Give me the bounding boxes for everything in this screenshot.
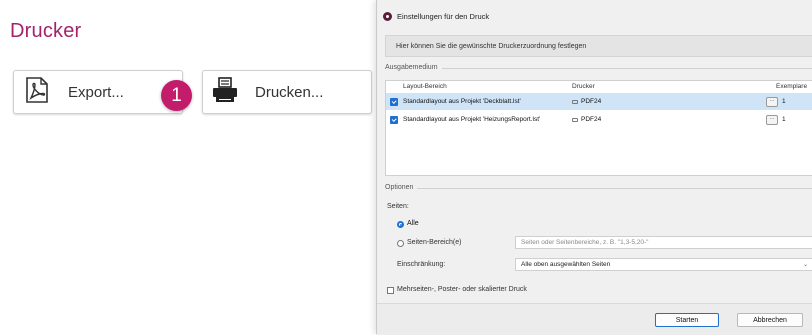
- group-divider: [385, 188, 812, 189]
- printer-small-icon: [572, 99, 578, 104]
- printer-small-icon: [572, 117, 578, 122]
- column-header-copies[interactable]: Exemplare: [776, 83, 807, 90]
- pdf-icon: [24, 76, 50, 108]
- row-layout: Standardlayout aus Projekt 'Deckblatt.ls…: [403, 98, 521, 105]
- row-copies[interactable]: 1: [782, 116, 786, 123]
- radio-all-label[interactable]: Alle: [407, 220, 419, 227]
- section-title-printer: Drucker: [10, 20, 82, 42]
- dialog-titlebar: Einstellungen für den Druck: [377, 6, 812, 26]
- more-options-button[interactable]: ...: [766, 96, 778, 107]
- page-range-placeholder: Seiten oder Seitenbereiche, z. B. "1,3-5…: [521, 239, 649, 246]
- radio-all[interactable]: [397, 221, 404, 228]
- column-header-layout[interactable]: Layout-Bereich: [403, 83, 447, 90]
- print-settings-dialog: Einstellungen für den Druck Hier können …: [376, 0, 812, 335]
- output-group-label: Ausgabemedium: [385, 64, 442, 71]
- multipage-checkbox[interactable]: [387, 287, 394, 294]
- cancel-button[interactable]: Abbrechen: [737, 313, 803, 327]
- print-button[interactable]: Drucken...: [202, 70, 372, 114]
- radio-page-range-label[interactable]: Seiten-Bereich(e): [407, 239, 461, 246]
- row-copies[interactable]: 1: [782, 98, 786, 105]
- more-options-button[interactable]: ...: [766, 114, 778, 125]
- page-range-input[interactable]: Seiten oder Seitenbereiche, z. B. "1,3-5…: [515, 236, 812, 249]
- row-printer[interactable]: PDF24: [572, 116, 601, 123]
- row-printer-name: PDF24: [581, 98, 602, 105]
- list-row[interactable]: Standardlayout aus Projekt 'Deckblatt.ls…: [386, 93, 812, 110]
- dialog-title: Einstellungen für den Druck: [397, 11, 490, 21]
- restriction-label: Einschränkung:: [397, 261, 446, 268]
- chevron-down-icon: ⌄: [802, 262, 808, 268]
- radio-page-range[interactable]: [397, 240, 404, 247]
- restriction-select[interactable]: Alle oben ausgewählten Seiten ⌄: [515, 258, 812, 271]
- row-checkbox[interactable]: [390, 115, 398, 124]
- list-row[interactable]: Standardlayout aus Projekt 'HeizungsRepo…: [386, 111, 812, 128]
- row-printer[interactable]: PDF24: [572, 98, 601, 105]
- export-button-label: Export...: [68, 83, 124, 101]
- info-text: Hier können Sie die gewünschte Druckerzu…: [396, 42, 587, 50]
- list-header: Layout-Bereich Drucker Exemplare: [386, 81, 812, 93]
- group-divider: [385, 68, 812, 69]
- start-button[interactable]: Starten: [655, 313, 719, 327]
- step-badge: 1: [161, 80, 192, 111]
- row-checkbox[interactable]: [390, 97, 398, 106]
- row-layout: Standardlayout aus Projekt 'HeizungsRepo…: [403, 116, 541, 123]
- print-button-label: Drucken...: [255, 83, 324, 101]
- printer-assignment-list[interactable]: Layout-Bereich Drucker Exemplare Standar…: [385, 80, 812, 176]
- export-button[interactable]: Export...: [13, 70, 183, 114]
- options-group-label: Optionen: [385, 184, 418, 191]
- info-box: Hier können Sie die gewünschte Druckerzu…: [385, 35, 812, 57]
- row-printer-name: PDF24: [581, 116, 602, 123]
- restriction-value: Alle oben ausgewählten Seiten: [521, 261, 611, 268]
- pages-label: Seiten:: [387, 203, 409, 210]
- multipage-label[interactable]: Mehrseiten-, Poster- oder skalierter Dru…: [397, 286, 527, 293]
- printer-icon: [211, 76, 239, 108]
- column-header-printer[interactable]: Drucker: [572, 83, 595, 90]
- app-icon: [383, 11, 392, 21]
